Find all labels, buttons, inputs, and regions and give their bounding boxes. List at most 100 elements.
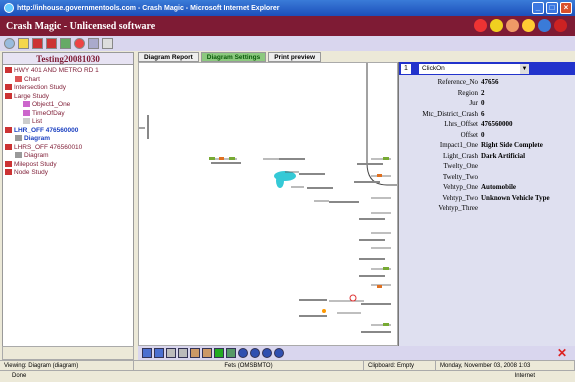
- status-datetime: Monday, November 03, 2008 1:03: [436, 361, 575, 370]
- project-title: Testing20081030: [3, 53, 133, 65]
- crash-markers-red: [322, 294, 357, 313]
- minimize-button[interactable]: _: [532, 2, 544, 14]
- first-page-icon[interactable]: [238, 348, 248, 358]
- zoom-in-icon[interactable]: [190, 348, 200, 358]
- status-clipboard: Clipboard: Empty: [364, 361, 436, 370]
- crash-label: [359, 239, 385, 241]
- left-pane-footer: [2, 346, 134, 360]
- status-done: Done: [12, 373, 27, 379]
- property-row: Jur 0: [469, 99, 485, 107]
- study-icon: [5, 143, 12, 150]
- zoom-out-icon[interactable]: [202, 348, 212, 358]
- collision-diagram: [139, 63, 397, 333]
- app-title: Crash Magic - Unlicensed software: [6, 20, 156, 32]
- close-diagram-icon[interactable]: ✕: [557, 347, 567, 359]
- info-icon[interactable]: [538, 19, 551, 32]
- save-study-icon[interactable]: [46, 38, 57, 49]
- maximize-button[interactable]: □: [546, 2, 558, 14]
- tree-item-hwy401[interactable]: HWY 401 AND METRO RD 1: [5, 67, 131, 76]
- tree-item-large-study[interactable]: Large Study: [5, 93, 131, 102]
- prev-page-icon[interactable]: [250, 348, 260, 358]
- stop-icon[interactable]: [474, 19, 487, 32]
- status-viewing: Viewing: Diagram (diagram): [0, 361, 134, 370]
- settings-icon[interactable]: [88, 38, 99, 49]
- tree-item-diagram-selected[interactable]: Diagram: [5, 135, 131, 144]
- tree-item-diagram[interactable]: Diagram: [5, 152, 131, 161]
- crash-label: [359, 275, 385, 277]
- property-row: Vehtyp_Two Unknown Vehicle Type: [442, 193, 550, 202]
- open-study-icon[interactable]: [32, 38, 43, 49]
- tree-item-milepost-study[interactable]: Milepost Study: [5, 161, 131, 170]
- crash-marker: [349, 294, 357, 302]
- print-icon[interactable]: [166, 348, 176, 358]
- last-page-icon[interactable]: [274, 348, 284, 358]
- click-action-value: ClickOn: [422, 64, 445, 72]
- property-row: Twelty_Two: [442, 172, 478, 181]
- property-row: Region 2: [457, 88, 485, 97]
- report-tabs: Diagram Report Diagram Settings Print pr…: [138, 52, 575, 62]
- chevron-down-icon[interactable]: ▼: [520, 63, 529, 74]
- edit-icon[interactable]: [226, 348, 236, 358]
- crash-label: [329, 201, 359, 203]
- crash-label: [147, 115, 149, 139]
- tree-item-list[interactable]: List: [5, 118, 131, 127]
- window-titlebar: http://inhouse.governmentools.com - Cras…: [0, 0, 575, 16]
- window-icon[interactable]: [102, 38, 113, 49]
- main-toolbar: [0, 36, 575, 51]
- exit-icon[interactable]: [554, 19, 567, 32]
- crash-number: 1: [401, 63, 411, 74]
- tree-item-lhr-off-476560000[interactable]: LHR_OFF 476560000: [5, 127, 131, 136]
- tree-item-intersection-study[interactable]: Intersection Study: [5, 84, 131, 93]
- status-fets: Fets (OMSBMTO): [134, 361, 364, 370]
- crash-label: [299, 173, 325, 175]
- smiley-icon[interactable]: [490, 19, 503, 32]
- tree-item-node-study[interactable]: Node Study: [5, 169, 131, 178]
- window-title: http://inhouse.governmentools.com - Cras…: [17, 4, 280, 12]
- study-icon: [5, 126, 12, 133]
- chart-icon[interactable]: [74, 38, 85, 49]
- tree-item-timeofday[interactable]: TimeOfDay: [5, 110, 131, 119]
- save-icon[interactable]: [154, 348, 164, 358]
- vehicle-marker: [229, 157, 235, 160]
- tree-item-chart[interactable]: Chart: [5, 76, 131, 85]
- back-icon[interactable]: [4, 38, 15, 49]
- crash-label: [354, 181, 380, 183]
- tools-icon[interactable]: [506, 19, 519, 32]
- selected-crash-highlight[interactable]: [276, 174, 284, 188]
- collision-diagram-canvas[interactable]: [138, 62, 398, 346]
- crash-label: [307, 187, 333, 189]
- crash-marker: [322, 309, 326, 313]
- crash-label: [359, 258, 385, 260]
- help-smiley-icon[interactable]: [522, 19, 535, 32]
- study-icon: [5, 67, 12, 74]
- property-row: Vehtyp_One Automobile: [443, 183, 516, 191]
- crash-label: [357, 163, 383, 165]
- study-icon: [5, 84, 12, 91]
- copy-icon[interactable]: [178, 348, 188, 358]
- new-study-icon[interactable]: [18, 38, 29, 49]
- tab-print-preview[interactable]: Print preview: [268, 52, 322, 62]
- crash-properties: Reference_No 47656 Region 2 Jur 0 Mtc_Distr…: [399, 75, 575, 214]
- property-row: Twelty_One: [443, 162, 478, 170]
- tab-diagram-settings[interactable]: Diagram Settings: [200, 52, 267, 62]
- tree-item-object1-one[interactable]: Object1_One: [5, 101, 131, 110]
- report-icon[interactable]: [60, 38, 71, 49]
- click-action-select[interactable]: ClickOn ▼: [419, 63, 529, 74]
- crash-markers-orange: [219, 157, 382, 288]
- property-row: Offset 0: [460, 130, 485, 139]
- window-controls: _ □ ×: [532, 2, 572, 14]
- select-tool-icon[interactable]: [142, 348, 152, 358]
- close-button[interactable]: ×: [560, 2, 572, 14]
- status-zone: Internet: [514, 373, 535, 379]
- tab-diagram-report[interactable]: Diagram Report: [138, 52, 199, 62]
- study-tree-pane: Testing20081030 HWY 401 AND METRO RD 1 C…: [2, 52, 134, 352]
- diagram-icon: [15, 135, 22, 142]
- crash-properties-pane: 1 ClickOn ▼ Reference_No 47656 Region 2 Ju…: [398, 62, 575, 346]
- app-statusbar: Viewing: Diagram (diagram) Fets (OMSBMTO…: [0, 360, 575, 370]
- chart-icon: [15, 75, 22, 82]
- next-page-icon[interactable]: [262, 348, 272, 358]
- tree-item-lhrs-off-476560010[interactable]: LHRS_OFF 476560010: [5, 144, 131, 153]
- filter-icon[interactable]: [214, 348, 224, 358]
- property-row: Reference_No 47656: [437, 78, 499, 86]
- study-tree: HWY 401 AND METRO RD 1 Chart Intersectio…: [3, 65, 133, 180]
